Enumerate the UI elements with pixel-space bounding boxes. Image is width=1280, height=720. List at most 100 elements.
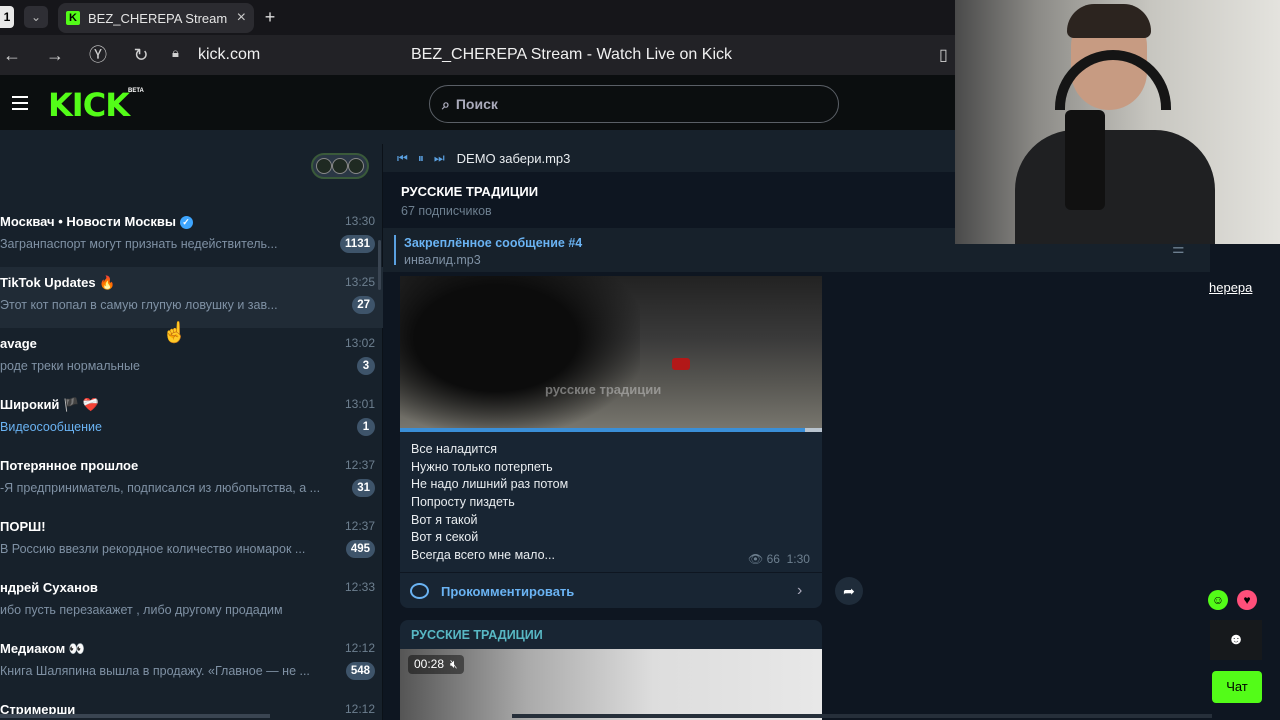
post-text-line: Нужно только потерпеть [411, 460, 553, 474]
chat-preview: роде треки нормальные [0, 359, 140, 373]
eye-icon: 👁︎ [748, 552, 764, 566]
bookmark-icon[interactable]: ▯ [939, 45, 948, 65]
emote-heart-icon[interactable]: ♥ [1237, 590, 1257, 610]
previous-track-icon[interactable]: ⏮ [397, 151, 408, 166]
unread-badge: 31 [352, 479, 375, 497]
unread-badge: 1131 [340, 235, 375, 253]
avatar [332, 158, 348, 174]
chat-time: 12:37 [344, 519, 375, 533]
share-arrow-icon[interactable]: ➦ [835, 577, 863, 605]
unread-badge: 27 [352, 296, 375, 314]
yandex-icon[interactable]: Ⓨ [86, 43, 110, 67]
chat-name: TikTok Updates 🔥 [0, 275, 116, 290]
chat-name: ПОРШ! [0, 519, 46, 534]
reload-icon[interactable]: ↻ [129, 43, 153, 67]
next-track-icon[interactable]: ⏭ [434, 151, 445, 166]
chat-item[interactable]: Потерянное прошлое 12:37 -Я предпринимат… [0, 450, 383, 511]
tab-list-chevron-icon[interactable]: ⌄ [24, 6, 48, 28]
unread-badge: 3 [357, 357, 375, 375]
stories-avatars[interactable] [311, 153, 369, 179]
chat-name: avage [0, 336, 37, 351]
telegram-top-strip [0, 130, 955, 144]
unread-badge: 1 [357, 418, 375, 436]
post-text-line: Все наладится [411, 442, 497, 456]
video-duration: 00:28 🔇︎ [408, 655, 464, 674]
post-text-line: Не надо лишний раз потом [411, 477, 569, 491]
chat-time: 12:12 [344, 641, 375, 655]
tab-title: BEZ_CHEREPA Stream [88, 10, 228, 26]
pause-icon[interactable]: ⏸ [418, 151, 424, 166]
chat-time: 13:25 [344, 275, 375, 289]
video-progress[interactable] [400, 428, 822, 432]
new-tab-plus-icon[interactable]: + [260, 6, 280, 28]
chat-preview: -Я предприниматель, подписался из любопы… [0, 481, 321, 495]
chat-item[interactable]: TikTok Updates 🔥 13:25 Этот кот попал в … [0, 267, 383, 328]
horizontal-scrollbar[interactable] [0, 714, 270, 718]
kick-favicon-icon: K [66, 11, 80, 25]
pinned-accent [394, 235, 396, 265]
chat-preview: Видеосообщение [0, 420, 102, 434]
comment-button[interactable]: Прокомментировать [410, 583, 574, 599]
chat-item[interactable]: ндрей Суханов 12:33 ибо пусть перезакаже… [0, 572, 383, 633]
tab-counter[interactable]: 1 [0, 6, 14, 28]
horizontal-scrollbar-track[interactable] [512, 714, 1212, 718]
chat-preview: ибо пусть перезакажет , либо другому про… [0, 603, 283, 617]
emote-green-icon[interactable]: ☺ [1208, 590, 1228, 610]
pinned-text: инвалид.mp3 [404, 253, 481, 267]
page-title: BEZ_CHEREPA Stream - Watch Live on Kick [411, 46, 732, 63]
audio-player-bar: ⏮ ⏸ ⏭ DEMO забери.mp3 [383, 144, 955, 172]
tab-close-icon[interactable]: × [237, 9, 246, 27]
avatar [316, 158, 332, 174]
kick-logo[interactable]: KICK [48, 86, 130, 124]
chat-item[interactable]: avage 13:02 роде треки нормальные 3 [0, 328, 383, 389]
post-video[interactable]: русские традиции [400, 276, 822, 432]
chat-preview: Книга Шаляпина вышла в продажу. «Главное… [0, 664, 310, 678]
search-input[interactable]: ⌕ Поиск [429, 85, 839, 123]
chat-name: ндрей Суханов [0, 580, 98, 595]
chat-item[interactable]: ПОРШ! 12:37 В Россию ввезли рекордное ко… [0, 511, 383, 572]
chevron-right-icon[interactable]: › [797, 582, 802, 600]
chat-name: Москвач • Новости Москвы ✓ [0, 214, 193, 230]
post-author[interactable]: РУССКИЕ ТРАДИЦИИ [411, 628, 543, 642]
chat-preview: В Россию ввезли рекордное количество ино… [0, 542, 306, 556]
post-text-line: Всегда всего мне мало... [411, 548, 555, 562]
forward-arrow-icon[interactable]: → [43, 43, 67, 67]
post-text-line: Попросту пиздеть [411, 495, 515, 509]
chat-time: 12:12 [344, 702, 375, 716]
chat-item[interactable]: Широкий 🏴 ❤️‍🩹 13:01 Видеосообщение 1 [0, 389, 383, 450]
chat-list-scrollbar[interactable] [378, 240, 381, 290]
chat-time: 12:33 [344, 580, 375, 594]
search-icon: ⌕ [442, 95, 450, 112]
url-text[interactable]: kick.com [198, 46, 260, 64]
muted-speaker-icon[interactable]: 🔇︎ [450, 657, 458, 672]
chat-preview: Этот кот попал в самую глупую ловушку и … [0, 298, 278, 312]
search-placeholder: Поиск [455, 96, 498, 112]
chat-send-button[interactable]: Чат [1212, 671, 1262, 703]
channel-title[interactable]: РУССКИЕ ТРАДИЦИИ [401, 184, 538, 199]
kick-link[interactable]: hерера [1209, 280, 1252, 295]
browser-tab-active[interactable]: K BEZ_CHEREPA Stream × [58, 3, 254, 33]
chat-item[interactable]: Москвач • Новости Москвы ✓ 13:30 Загранп… [0, 206, 383, 267]
avatar [348, 158, 364, 174]
mouse-cursor-icon: ☝ [162, 322, 187, 344]
hamburger-menu-icon[interactable] [12, 96, 28, 110]
channel-subscribers: 67 подписчиков [401, 204, 492, 218]
pinned-title: Закреплённое сообщение #4 [404, 236, 583, 250]
chat-item[interactable]: Медиаком 👀 12:12 Книга Шаляпина вышла в … [0, 633, 383, 694]
chat-name: Медиаком 👀 [0, 641, 86, 656]
comment-label: Прокомментировать [441, 583, 575, 599]
video-watermark: русские традиции [545, 382, 662, 397]
unread-badge: 548 [345, 662, 375, 680]
post-text-line: Вот я секой [411, 530, 479, 544]
chat-time: 13:30 [344, 214, 375, 228]
verified-icon: ✓ [179, 216, 193, 230]
beta-label: BETA [128, 88, 144, 94]
emoji-picker-icon[interactable]: ☻ [1210, 620, 1262, 660]
chat-preview: Загранпаспорт могут признать недействите… [0, 237, 278, 251]
comment-bubble-icon [410, 583, 429, 599]
back-arrow-icon[interactable]: ← [0, 43, 24, 67]
webcam-overlay [955, 0, 1280, 244]
chat-time: 13:01 [344, 397, 375, 411]
chat-time: 13:02 [344, 336, 375, 350]
lock-icon[interactable]: 🔒︎ [172, 45, 188, 63]
